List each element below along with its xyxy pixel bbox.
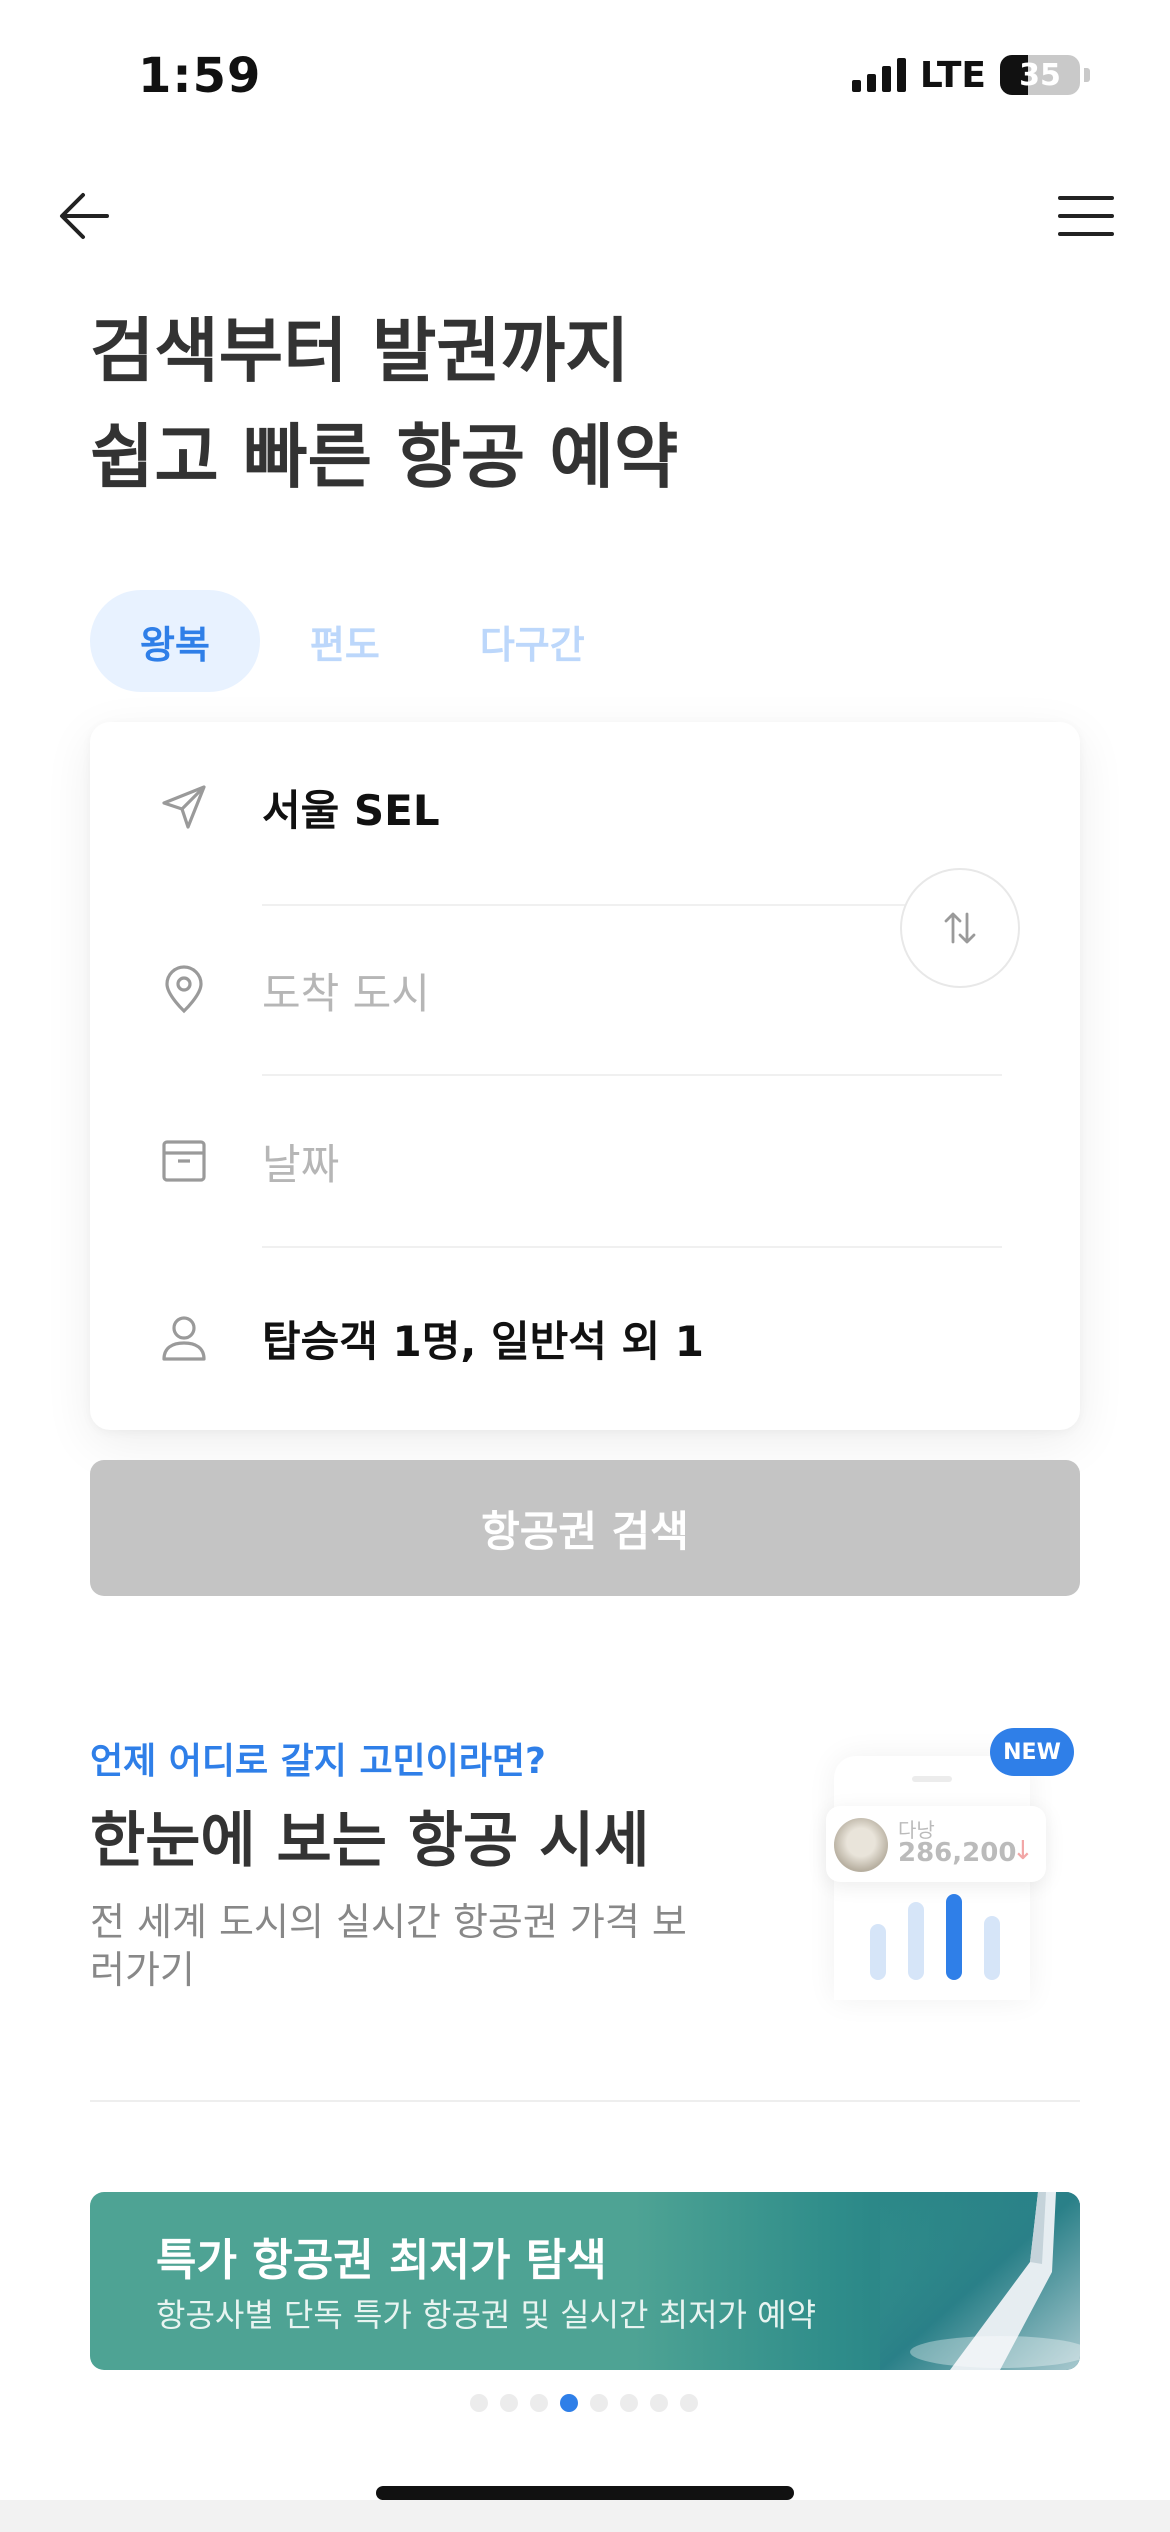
tab-one-way[interactable]: 편도 <box>260 590 430 692</box>
carousel-dot[interactable] <box>530 2394 548 2412</box>
hamburger-menu-icon <box>1058 196 1114 236</box>
illustration-price: 286,200 <box>898 1838 1017 1868</box>
search-flights-button[interactable]: 항공권 검색 <box>90 1460 1080 1596</box>
price-card-illustration: 다낭 286,200 ↓ <box>826 1806 1046 1882</box>
section-divider <box>90 2100 1080 2102</box>
tab-round-trip[interactable]: 왕복 <box>90 590 260 692</box>
carousel-dot[interactable] <box>620 2394 638 2412</box>
location-pin-icon <box>158 964 210 1016</box>
trip-type-tabs: 왕복 편도 다구간 <box>90 590 635 692</box>
paper-plane-icon <box>158 781 210 833</box>
carousel-dot[interactable] <box>680 2394 698 2412</box>
chart-bar <box>908 1902 924 1980</box>
carousel-dot[interactable] <box>650 2394 668 2412</box>
banner-title: 특가 항공권 최저가 탐색 <box>156 2235 607 2286</box>
date-placeholder: 날짜 <box>262 1139 340 1189</box>
bottom-safe-area <box>0 2500 1170 2532</box>
calendar-icon <box>158 1135 210 1187</box>
carousel-dot[interactable] <box>500 2394 518 2412</box>
page-title: 검색부터 발권까지 쉽고 빠른 항공 예약 <box>90 298 990 510</box>
date-field[interactable]: 날짜 <box>90 1076 1080 1246</box>
banner-subtitle: 항공사별 단독 특가 항공권 및 실시간 최저가 예약 <box>156 2296 817 2334</box>
menu-button[interactable] <box>1054 190 1118 242</box>
arrow-left-icon <box>60 193 109 239</box>
home-indicator[interactable] <box>376 2486 794 2500</box>
swap-arrows-icon <box>944 912 976 944</box>
carousel-dot-active[interactable] <box>560 2394 578 2412</box>
arrival-placeholder: 도착 도시 <box>262 968 430 1018</box>
flight-search-form: 서울 SEL 도착 도시 날짜 탑승객 1명, 일반석 외 1 <box>90 722 1080 1430</box>
passenger-value: 탑승객 1명, 일반석 외 1 <box>262 1316 705 1366</box>
carousel-dot[interactable] <box>590 2394 608 2412</box>
battery-percent: 35 <box>1019 57 1061 93</box>
back-button[interactable] <box>52 184 116 248</box>
city-thumbnail <box>834 1818 888 1872</box>
carousel-pagination <box>470 2394 698 2412</box>
swap-cities-button[interactable] <box>900 868 1020 988</box>
tab-multi-city[interactable]: 다구간 <box>430 590 635 692</box>
carousel-dot[interactable] <box>470 2394 488 2412</box>
chart-bar <box>946 1894 962 1980</box>
promo-kicker[interactable]: 언제 어디로 갈지 고민이라면? <box>90 1732 546 1784</box>
price-down-icon: ↓ <box>1012 1836 1034 1866</box>
new-badge: NEW <box>990 1728 1074 1776</box>
network-type: LTE <box>919 54 986 96</box>
departure-field[interactable]: 서울 SEL <box>90 722 1080 892</box>
page-title-line1: 검색부터 발권까지 <box>90 310 630 392</box>
promo-description[interactable]: 전 세계 도시의 실시간 항공권 가격 보러가기 <box>90 1898 690 1994</box>
chart-bar <box>870 1924 886 1980</box>
cellular-signal-icon <box>851 58 906 92</box>
person-icon <box>158 1312 210 1364</box>
status-time: 1:59 <box>138 48 262 104</box>
promo-banner[interactable]: 특가 항공권 최저가 탐색 항공사별 단독 특가 항공권 및 실시간 최저가 예… <box>90 2192 1080 2370</box>
page-title-line2: 쉽고 빠른 항공 예약 <box>90 416 679 498</box>
passenger-field[interactable]: 탑승객 1명, 일반석 외 1 <box>90 1248 1080 1428</box>
departure-value: 서울 SEL <box>262 785 440 835</box>
battery-icon: 35 <box>1000 55 1080 95</box>
mini-bar-chart <box>870 1890 1000 1980</box>
chart-bar <box>984 1916 1000 1980</box>
status-indicators: LTE 35 <box>851 52 1090 98</box>
promo-title[interactable]: 한눈에 보는 항공 시세 <box>90 1792 649 1879</box>
airplane-wing-icon <box>880 2192 1080 2370</box>
